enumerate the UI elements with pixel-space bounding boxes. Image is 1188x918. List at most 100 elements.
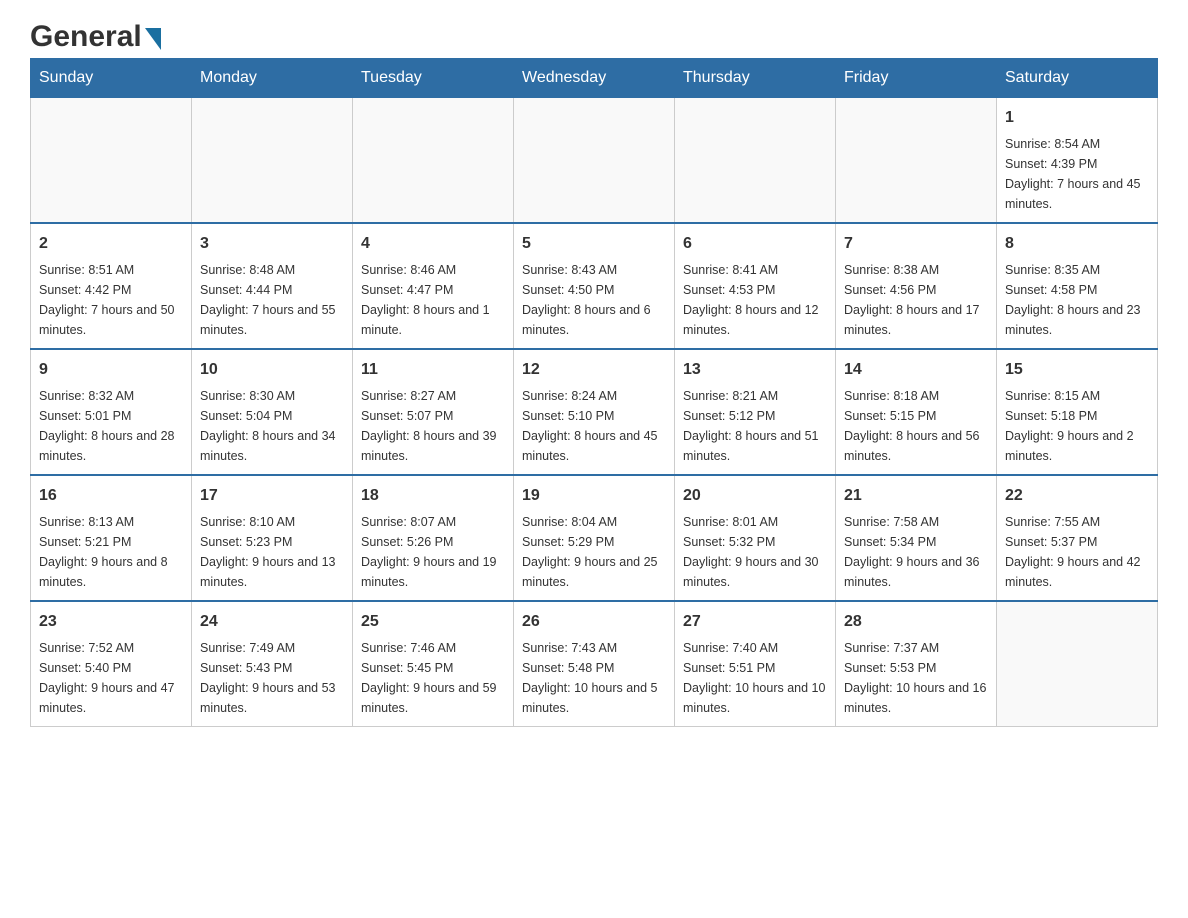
calendar-week-1: 1 Sunrise: 8:54 AMSunset: 4:39 PMDaylight… (31, 98, 1158, 224)
day-info: Sunrise: 7:52 AMSunset: 5:40 PMDaylight:… (39, 638, 183, 718)
page-header: General (30, 20, 1158, 48)
calendar-cell (31, 98, 192, 224)
day-number: 15 (1005, 358, 1149, 382)
day-info: Sunrise: 8:21 AMSunset: 5:12 PMDaylight:… (683, 386, 827, 466)
day-number: 5 (522, 232, 666, 256)
day-info: Sunrise: 8:04 AMSunset: 5:29 PMDaylight:… (522, 512, 666, 592)
day-number: 7 (844, 232, 988, 256)
calendar-cell: 17 Sunrise: 8:10 AMSunset: 5:23 PMDayligh… (192, 475, 353, 601)
logo-general: General (30, 20, 142, 54)
day-number: 25 (361, 610, 505, 634)
day-number: 13 (683, 358, 827, 382)
day-number: 4 (361, 232, 505, 256)
day-number: 11 (361, 358, 505, 382)
calendar-cell: 12 Sunrise: 8:24 AMSunset: 5:10 PMDayligh… (514, 349, 675, 475)
calendar-week-2: 2 Sunrise: 8:51 AMSunset: 4:42 PMDaylight… (31, 223, 1158, 349)
calendar-cell: 13 Sunrise: 8:21 AMSunset: 5:12 PMDayligh… (675, 349, 836, 475)
calendar-cell: 6 Sunrise: 8:41 AMSunset: 4:53 PMDaylight… (675, 223, 836, 349)
calendar-cell: 5 Sunrise: 8:43 AMSunset: 4:50 PMDaylight… (514, 223, 675, 349)
day-number: 19 (522, 484, 666, 508)
day-number: 8 (1005, 232, 1149, 256)
day-info: Sunrise: 7:46 AMSunset: 5:45 PMDaylight:… (361, 638, 505, 718)
weekday-sunday: Sunday (31, 59, 192, 98)
calendar-cell: 23 Sunrise: 7:52 AMSunset: 5:40 PMDayligh… (31, 601, 192, 727)
logo: General (30, 20, 161, 48)
calendar-cell: 1 Sunrise: 8:54 AMSunset: 4:39 PMDaylight… (997, 98, 1158, 224)
day-number: 23 (39, 610, 183, 634)
day-info: Sunrise: 8:46 AMSunset: 4:47 PMDaylight:… (361, 260, 505, 340)
day-info: Sunrise: 8:24 AMSunset: 5:10 PMDaylight:… (522, 386, 666, 466)
day-info: Sunrise: 8:18 AMSunset: 5:15 PMDaylight:… (844, 386, 988, 466)
day-number: 12 (522, 358, 666, 382)
calendar-cell: 2 Sunrise: 8:51 AMSunset: 4:42 PMDaylight… (31, 223, 192, 349)
day-info: Sunrise: 7:58 AMSunset: 5:34 PMDaylight:… (844, 512, 988, 592)
day-info: Sunrise: 8:43 AMSunset: 4:50 PMDaylight:… (522, 260, 666, 340)
day-number: 14 (844, 358, 988, 382)
day-info: Sunrise: 7:43 AMSunset: 5:48 PMDaylight:… (522, 638, 666, 718)
day-number: 10 (200, 358, 344, 382)
day-info: Sunrise: 7:40 AMSunset: 5:51 PMDaylight:… (683, 638, 827, 718)
day-number: 28 (844, 610, 988, 634)
weekday-friday: Friday (836, 59, 997, 98)
weekday-thursday: Thursday (675, 59, 836, 98)
day-info: Sunrise: 8:35 AMSunset: 4:58 PMDaylight:… (1005, 260, 1149, 340)
calendar-cell: 24 Sunrise: 7:49 AMSunset: 5:43 PMDayligh… (192, 601, 353, 727)
calendar-cell: 19 Sunrise: 8:04 AMSunset: 5:29 PMDayligh… (514, 475, 675, 601)
day-info: Sunrise: 8:51 AMSunset: 4:42 PMDaylight:… (39, 260, 183, 340)
calendar-cell: 4 Sunrise: 8:46 AMSunset: 4:47 PMDaylight… (353, 223, 514, 349)
calendar-cell: 21 Sunrise: 7:58 AMSunset: 5:34 PMDayligh… (836, 475, 997, 601)
weekday-header-row: SundayMondayTuesdayWednesdayThursdayFrid… (31, 59, 1158, 98)
calendar-week-4: 16Sunrise: 8:13 AMSunset: 5:21 PMDayligh… (31, 475, 1158, 601)
calendar-cell: 10 Sunrise: 8:30 AMSunset: 5:04 PMDayligh… (192, 349, 353, 475)
calendar-cell: 22 Sunrise: 7:55 AMSunset: 5:37 PMDayligh… (997, 475, 1158, 601)
calendar-cell: 9 Sunrise: 8:32 AMSunset: 5:01 PMDaylight… (31, 349, 192, 475)
calendar-cell: 28 Sunrise: 7:37 AMSunset: 5:53 PMDayligh… (836, 601, 997, 727)
calendar-cell: 14 Sunrise: 8:18 AMSunset: 5:15 PMDayligh… (836, 349, 997, 475)
day-info: Sunrise: 8:07 AMSunset: 5:26 PMDaylight:… (361, 512, 505, 592)
day-number: 18 (361, 484, 505, 508)
calendar-cell (836, 98, 997, 224)
calendar-cell: 11 Sunrise: 8:27 AMSunset: 5:07 PMDayligh… (353, 349, 514, 475)
day-info: Sunrise: 7:49 AMSunset: 5:43 PMDaylight:… (200, 638, 344, 718)
logo-triangle-icon (145, 28, 161, 50)
calendar-table: SundayMondayTuesdayWednesdayThursdayFrid… (30, 58, 1158, 727)
day-number: 17 (200, 484, 344, 508)
day-number: 26 (522, 610, 666, 634)
day-number: 24 (200, 610, 344, 634)
calendar-week-5: 23 Sunrise: 7:52 AMSunset: 5:40 PMDayligh… (31, 601, 1158, 727)
day-info: Sunrise: 8:27 AMSunset: 5:07 PMDaylight:… (361, 386, 505, 466)
day-info: Sunrise: 8:10 AMSunset: 5:23 PMDaylight:… (200, 512, 344, 592)
calendar-body: 1 Sunrise: 8:54 AMSunset: 4:39 PMDaylight… (31, 98, 1158, 727)
calendar-cell: 20 Sunrise: 8:01 AMSunset: 5:32 PMDayligh… (675, 475, 836, 601)
calendar-cell: 8 Sunrise: 8:35 AMSunset: 4:58 PMDaylight… (997, 223, 1158, 349)
day-number: 27 (683, 610, 827, 634)
weekday-wednesday: Wednesday (514, 59, 675, 98)
calendar-cell: 3 Sunrise: 8:48 AMSunset: 4:44 PMDaylight… (192, 223, 353, 349)
day-number: 3 (200, 232, 344, 256)
weekday-tuesday: Tuesday (353, 59, 514, 98)
day-number: 20 (683, 484, 827, 508)
day-number: 21 (844, 484, 988, 508)
calendar-cell (997, 601, 1158, 727)
day-number: 22 (1005, 484, 1149, 508)
day-info: Sunrise: 8:30 AMSunset: 5:04 PMDaylight:… (200, 386, 344, 466)
day-number: 9 (39, 358, 183, 382)
calendar-cell: 25 Sunrise: 7:46 AMSunset: 5:45 PMDayligh… (353, 601, 514, 727)
day-info: Sunrise: 7:37 AMSunset: 5:53 PMDaylight:… (844, 638, 988, 718)
calendar-cell: 18 Sunrise: 8:07 AMSunset: 5:26 PMDayligh… (353, 475, 514, 601)
calendar-cell: 15Sunrise: 8:15 AMSunset: 5:18 PMDayligh… (997, 349, 1158, 475)
day-info: Sunrise: 7:55 AMSunset: 5:37 PMDaylight:… (1005, 512, 1149, 592)
calendar-cell: 27 Sunrise: 7:40 AMSunset: 5:51 PMDayligh… (675, 601, 836, 727)
day-number: 1 (1005, 106, 1149, 130)
weekday-monday: Monday (192, 59, 353, 98)
day-info: Sunrise: 8:32 AMSunset: 5:01 PMDaylight:… (39, 386, 183, 466)
day-number: 6 (683, 232, 827, 256)
day-info: Sunrise: 8:41 AMSunset: 4:53 PMDaylight:… (683, 260, 827, 340)
day-number: 2 (39, 232, 183, 256)
day-info: Sunrise: 8:54 AMSunset: 4:39 PMDaylight:… (1005, 134, 1149, 214)
day-info: Sunrise: 8:48 AMSunset: 4:44 PMDaylight:… (200, 260, 344, 340)
calendar-cell (192, 98, 353, 224)
day-info: Sunrise: 8:01 AMSunset: 5:32 PMDaylight:… (683, 512, 827, 592)
day-number: 16 (39, 484, 183, 508)
calendar-header: SundayMondayTuesdayWednesdayThursdayFrid… (31, 59, 1158, 98)
